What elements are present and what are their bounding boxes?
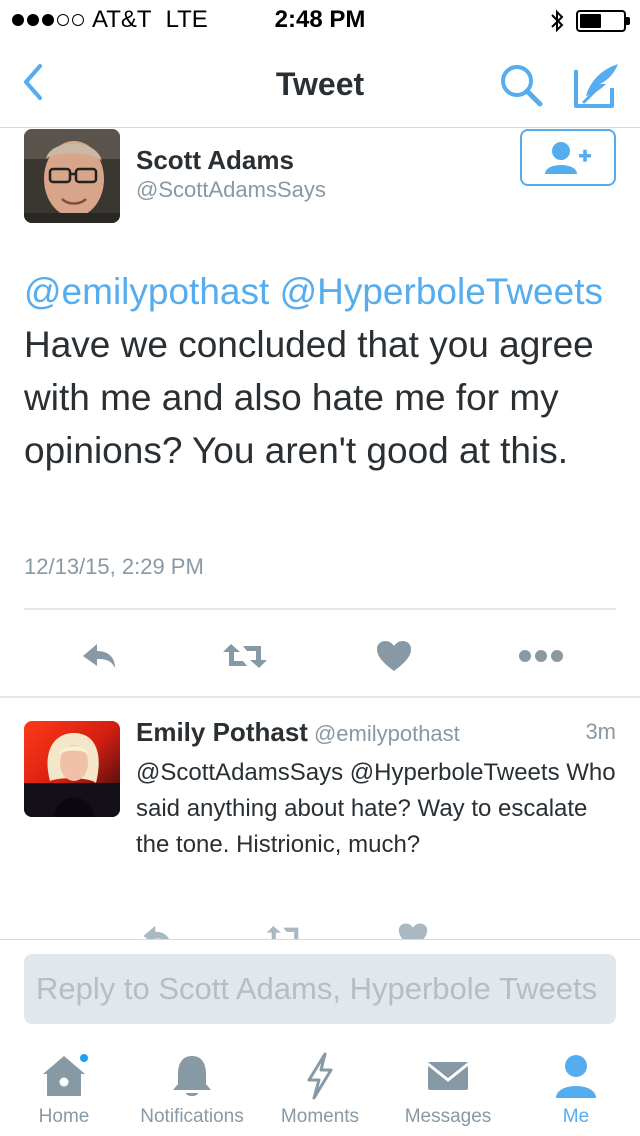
heart-icon: [398, 923, 428, 940]
like-button[interactable]: [388, 916, 438, 940]
tab-notifications[interactable]: Notifications: [126, 1040, 258, 1136]
home-icon: [36, 1050, 92, 1102]
reply-text: @ScottAdamsSays @HyperboleTweets Who sai…: [136, 759, 616, 858]
lightning-icon: [292, 1050, 348, 1102]
reply-composer: [0, 939, 640, 1039]
divider: [0, 696, 640, 698]
tab-home[interactable]: Home: [24, 1040, 104, 1136]
mention-link[interactable]: @emilypothast: [24, 271, 269, 312]
add-user-icon: [545, 141, 591, 174]
reply-timestamp: 3m: [585, 719, 616, 744]
tweet-text: @emilypothast @HyperboleTweets Have we c…: [24, 265, 624, 477]
status-bar: AT&T LTE 2:48 PM: [0, 0, 640, 40]
notification-badge: [78, 1052, 90, 1064]
reply-button[interactable]: [132, 916, 182, 940]
reply-author-handle[interactable]: @emilypothast: [314, 721, 460, 746]
nav-bar: Tweet: [0, 40, 640, 128]
tab-moments[interactable]: Moments: [270, 1040, 370, 1136]
retweet-button[interactable]: [260, 916, 310, 940]
bell-icon: [164, 1050, 220, 1102]
tweet-actions: [0, 636, 640, 680]
more-button[interactable]: [516, 636, 566, 676]
reply-actions: [0, 912, 640, 940]
envelope-icon: [420, 1050, 476, 1102]
tab-label: Home: [38, 1106, 90, 1127]
like-button[interactable]: [369, 636, 419, 676]
retweet-icon: [223, 644, 267, 668]
status-time: 2:48 PM: [274, 6, 366, 33]
tweet-body: Have we concluded that you agree with me…: [24, 324, 594, 471]
heart-icon: [377, 641, 411, 671]
reply-icon: [83, 644, 115, 668]
reply-header: Emily Pothast @emilypothast 3m: [136, 717, 616, 748]
tab-label: Me: [562, 1106, 590, 1127]
tweet-timestamp: 12/13/15, 2:29 PM: [24, 554, 204, 579]
battery-icon: [576, 10, 630, 32]
search-icon[interactable]: [496, 60, 548, 112]
reply-icon: [143, 925, 170, 940]
tab-bar: Home Notifications Moments Messages Me: [0, 1040, 640, 1136]
author-name[interactable]: Scott Adams: [136, 145, 294, 176]
mention-link[interactable]: @HyperboleTweets: [280, 271, 603, 312]
compose-tweet-icon[interactable]: [570, 58, 624, 112]
tab-label: Messages: [404, 1106, 492, 1127]
avatar[interactable]: [24, 721, 120, 817]
more-icon: [519, 650, 563, 662]
avatar[interactable]: [24, 129, 120, 223]
status-right: [550, 8, 630, 34]
retweet-button[interactable]: [220, 636, 270, 676]
author-handle[interactable]: @ScottAdamsSays: [136, 177, 326, 203]
retweet-icon: [266, 926, 304, 940]
tab-label: Notifications: [140, 1106, 244, 1127]
reply-input[interactable]: [24, 954, 616, 1024]
person-icon: [548, 1050, 604, 1102]
divider: [24, 608, 616, 610]
tab-me[interactable]: Me: [540, 1040, 612, 1136]
bluetooth-icon: [551, 9, 564, 33]
reply-button[interactable]: [74, 636, 124, 676]
tab-label: Moments: [280, 1106, 360, 1127]
reply-author-name[interactable]: Emily Pothast: [136, 717, 308, 747]
tab-messages[interactable]: Messages: [396, 1040, 500, 1136]
follow-button[interactable]: [520, 129, 616, 186]
